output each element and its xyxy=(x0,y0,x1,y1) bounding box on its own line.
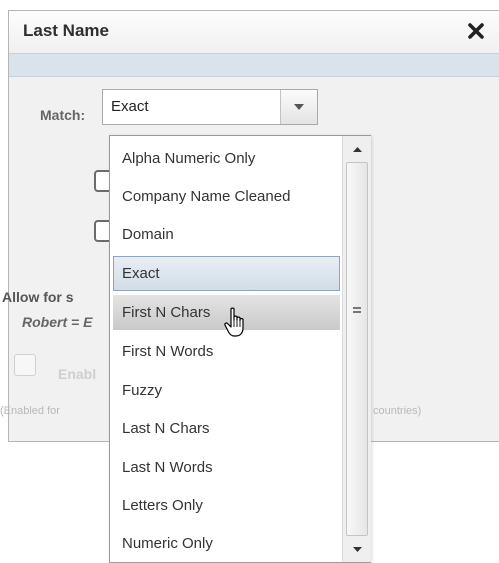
match-select-value: Exact xyxy=(111,98,149,115)
grip-line xyxy=(353,307,361,309)
dropdown-item-alpha-numeric-only[interactable]: Alpha Numeric Only xyxy=(113,141,340,176)
dropdown-item-domain[interactable]: Domain xyxy=(113,217,340,252)
dropdown-item-letters-only[interactable]: Letters Only xyxy=(113,488,340,523)
example-text: Robert = E xyxy=(22,314,93,330)
header-band xyxy=(9,54,499,77)
enable-checkbox[interactable] xyxy=(14,354,36,376)
dropdown-item-numeric-only[interactable]: Numeric Only xyxy=(113,526,340,561)
enabled-note-left: (Enabled for xyxy=(0,405,60,417)
chevron-down-icon[interactable] xyxy=(280,90,317,124)
dialog-titlebar: Last Name xyxy=(9,11,499,54)
dropdown-item-last-n-chars[interactable]: Last N Chars xyxy=(113,411,340,446)
scrollbar-thumb[interactable] xyxy=(346,162,368,536)
scroll-up-arrow-icon[interactable] xyxy=(346,138,368,160)
dropdown-item-fuzzy[interactable]: Fuzzy xyxy=(113,373,340,408)
hand-pointer-cursor-icon xyxy=(223,307,249,339)
close-icon[interactable] xyxy=(464,19,488,43)
grip-line xyxy=(353,311,361,313)
match-label: Match: xyxy=(40,107,86,123)
dropdown-item-exact[interactable]: Exact xyxy=(113,256,340,291)
match-dropdown-list[interactable]: Alpha Numeric Only Company Name Cleaned … xyxy=(109,135,371,563)
enabled-note-right: countries) xyxy=(373,405,422,417)
dropdown-scrollbar[interactable] xyxy=(342,136,371,562)
dropdown-item-last-n-words[interactable]: Last N Words xyxy=(113,450,340,485)
allow-for-label: Allow for s xyxy=(2,289,74,305)
scroll-down-arrow-icon[interactable] xyxy=(346,538,368,560)
match-select[interactable]: Exact xyxy=(102,89,318,125)
dropdown-item-company-name-cleaned[interactable]: Company Name Cleaned xyxy=(113,179,340,214)
enable-label: Enabl xyxy=(58,366,97,382)
dialog-title: Last Name xyxy=(23,21,109,40)
dropdown-item-first-n-words[interactable]: First N Words xyxy=(113,334,340,369)
